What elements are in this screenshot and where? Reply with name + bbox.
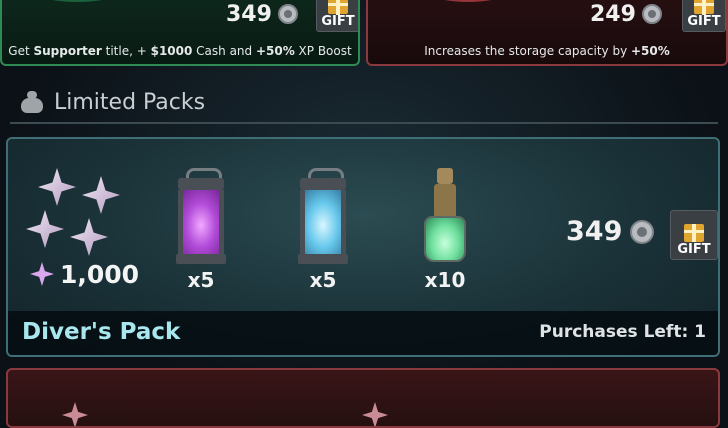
gift-icon <box>694 0 714 15</box>
money-bag-icon <box>20 91 44 113</box>
section-header: Limited Packs <box>20 84 205 120</box>
star-icon <box>62 402 88 426</box>
pack-footer: Diver's Pack Purchases Left: 1 <box>8 311 718 355</box>
coin-icon <box>630 219 655 244</box>
gift-label: GIFT <box>687 14 721 29</box>
pack-price-row: 349 <box>566 216 655 247</box>
gift-icon <box>328 0 348 15</box>
supporter-price-row: 349 <box>226 1 298 27</box>
pack-price: 349 <box>566 216 623 247</box>
star-icon <box>362 402 388 426</box>
item-quantity: x5 <box>309 268 337 292</box>
storage-description: Increases the storage capacity by +50% <box>424 44 670 58</box>
storage-gift-button[interactable]: GIFT <box>682 0 726 32</box>
pack-item-blue-lantern: x5 <box>294 168 352 292</box>
supporter-card[interactable]: 349 GIFT Get Supporter title, + $1000 Ca… <box>0 0 360 66</box>
storage-price: 249 <box>590 1 636 27</box>
coin-icon <box>277 4 298 24</box>
gems-icon <box>24 168 144 268</box>
storage-price-row: 249 <box>590 1 662 27</box>
pack-item-purple-lantern: x5 <box>172 168 230 292</box>
gift-label: GIFT <box>321 14 355 29</box>
pack-item-green-bottle: x10 <box>422 168 468 292</box>
next-pack-card[interactable] <box>6 368 720 428</box>
supporter-description: Get Supporter title, + $1000 Cash and +5… <box>8 44 352 58</box>
blue-lantern-icon <box>294 168 352 268</box>
item-quantity: x10 <box>424 268 466 292</box>
coin-icon <box>641 4 662 24</box>
purchases-left: Purchases Left: 1 <box>539 322 706 342</box>
storage-orb-icon <box>398 0 538 2</box>
gift-icon <box>684 224 704 242</box>
supporter-orb-icon <box>2 0 152 2</box>
section-divider <box>10 122 718 124</box>
purple-lantern-icon <box>172 168 230 268</box>
gems-amount: 1,000 <box>60 260 140 289</box>
supporter-price: 349 <box>226 1 272 27</box>
gift-label: GIFT <box>677 242 711 257</box>
pack-name: Diver's Pack <box>22 319 181 345</box>
storage-card[interactable]: 249 GIFT Increases the storage capacity … <box>366 0 728 66</box>
pack-gift-button[interactable]: GIFT <box>670 210 718 260</box>
supporter-gift-button[interactable]: GIFT <box>316 0 358 32</box>
item-quantity: x5 <box>187 268 215 292</box>
section-title: Limited Packs <box>54 89 206 115</box>
green-bottle-icon <box>422 168 468 268</box>
